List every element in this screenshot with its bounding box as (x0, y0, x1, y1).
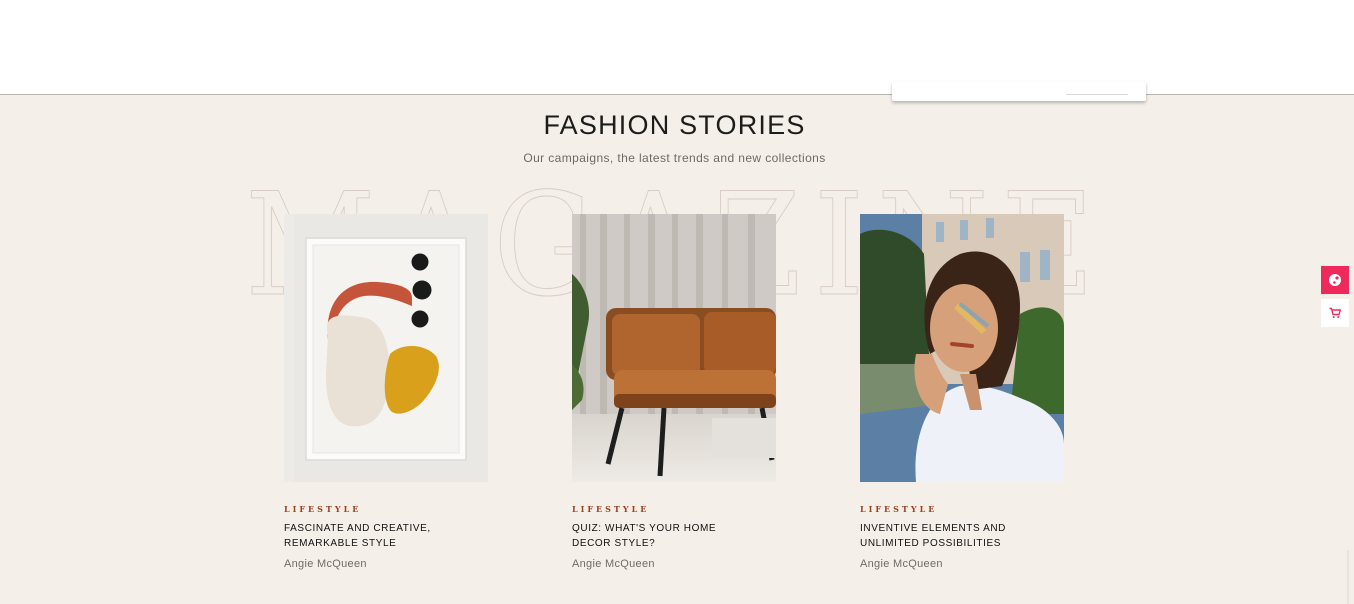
story-category[interactable]: LIFESTYLE (860, 504, 1064, 514)
site-header (0, 0, 1354, 95)
story-title[interactable]: FASCINATE AND CREATIVE, REMARKABLE STYLE (284, 521, 434, 551)
dropdown-divider (1066, 94, 1128, 95)
story-category[interactable]: LIFESTYLE (572, 504, 776, 514)
story-author: Angie McQueen (860, 558, 943, 570)
story-card[interactable]: LIFESTYLE FASCINATE AND CREATIVE, REMARK… (284, 214, 488, 570)
story-image-sofa[interactable] (572, 214, 776, 482)
story-image-abstract-art[interactable] (284, 214, 488, 482)
story-card[interactable]: LIFESTYLE QUIZ: WHAT'S YOUR HOME DECOR S… (572, 214, 776, 570)
story-author: Angie McQueen (284, 558, 367, 570)
story-card[interactable]: LIFESTYLE INVENTIVE ELEMENTS AND UNLIMIT… (860, 214, 1064, 570)
palette-tab-button[interactable] (1321, 266, 1349, 294)
cart-tab-button[interactable] (1321, 299, 1349, 327)
cart-icon (1329, 307, 1341, 318)
story-image-woman-portrait[interactable] (860, 214, 1064, 482)
scrollbar[interactable] (1347, 550, 1349, 604)
section-title: FASHION STORIES (543, 110, 806, 140)
story-category[interactable]: LIFESTYLE (284, 504, 488, 514)
story-title[interactable]: QUIZ: WHAT'S YOUR HOME DECOR STYLE? (572, 521, 722, 551)
section-subtitle: Our campaigns, the latest trends and new… (523, 151, 826, 165)
story-title[interactable]: INVENTIVE ELEMENTS AND UNLIMITED POSSIBI… (860, 521, 1010, 551)
palette-icon (1329, 274, 1341, 286)
dropdown-panel[interactable] (892, 82, 1146, 101)
story-author: Angie McQueen (572, 558, 655, 570)
